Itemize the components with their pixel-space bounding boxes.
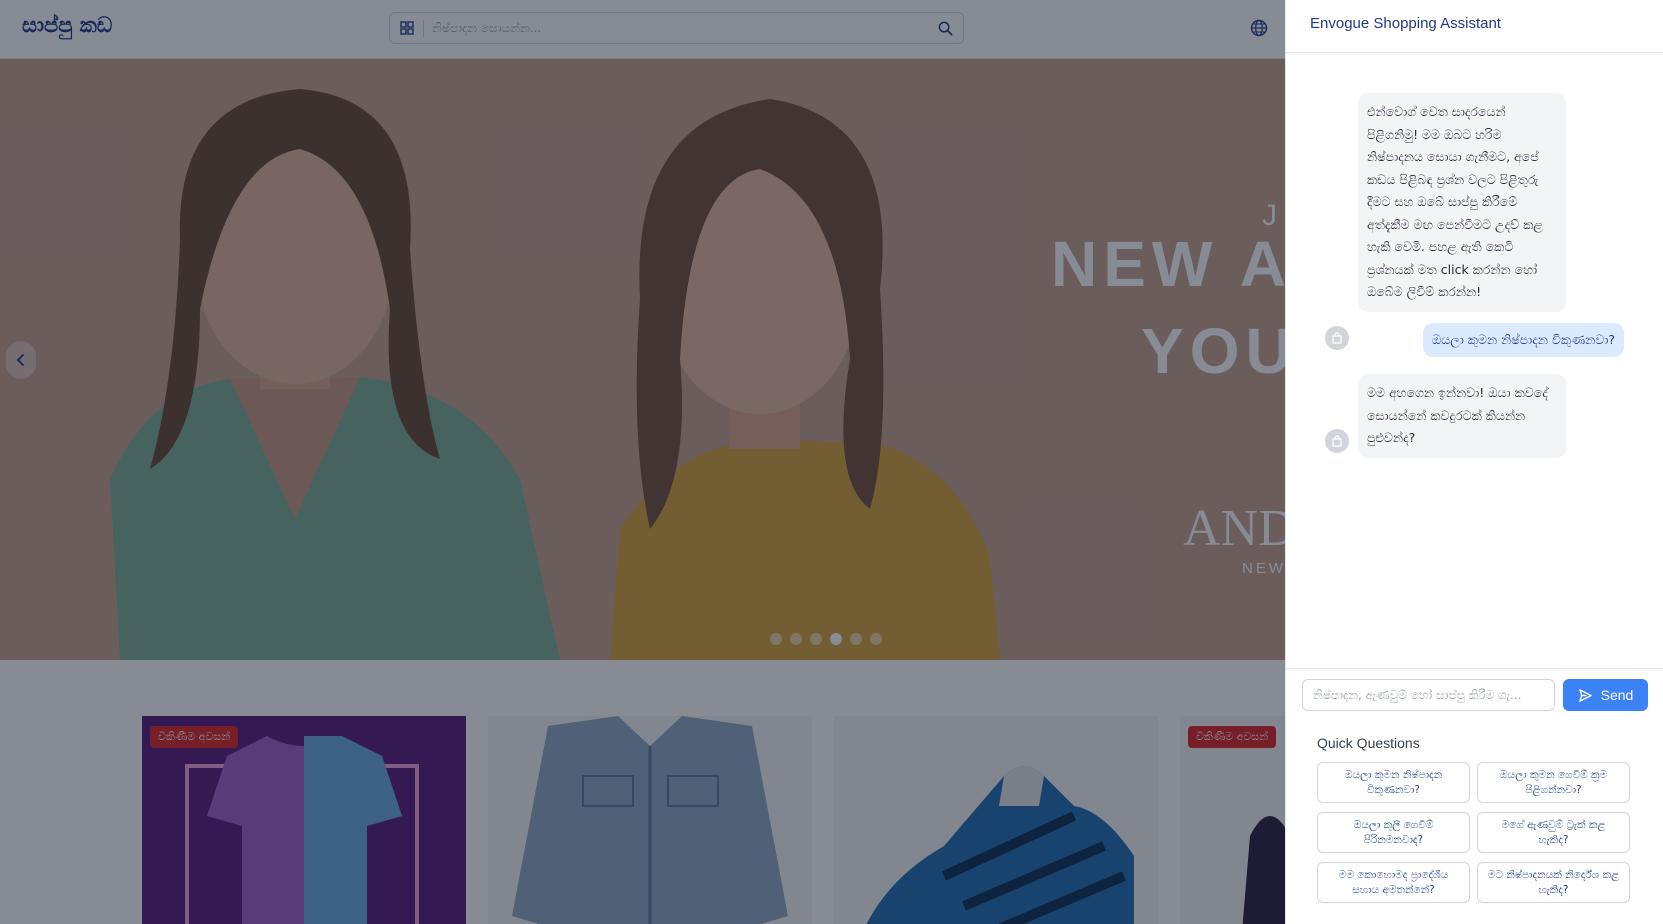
quick-question-button[interactable]: ඔයලා කුමන ගෙවීම් ක්‍රම පිළිගන්නවා? [1477, 762, 1630, 803]
shopping-assistant-panel: Envogue Shopping Assistant එන්වොග් වෙත ස… [1285, 0, 1663, 924]
shopping-bag-icon [1332, 435, 1342, 447]
chat-message-input[interactable] [1302, 679, 1555, 711]
send-button[interactable]: Send [1563, 679, 1648, 711]
bot-message-bubble: මම අහගෙන ඉන්නවා! ඔයා කවදේ සොයන්නේ කවදුරට… [1358, 374, 1566, 458]
chat-messages: එන්වොග් වෙත සාදරයෙන් පිළිගනිමු! මම ඔබට හ… [1286, 53, 1663, 668]
quick-question-button[interactable]: මගේ ඇණවුම් ට්‍රැක් කළ හැකිද? [1477, 812, 1630, 853]
bot-message: මම අහගෙන ඉන්නවා! ඔයා කවදේ සොයන්නේ කවදුරට… [1286, 374, 1663, 464]
bot-message-bubble: එන්වොග් වෙත සාදරයෙන් පිළිගනිමු! මම ඔබට හ… [1358, 93, 1566, 312]
user-message-bubble: ඔයලා කුමන නිෂ්පාදන විකුණනවා? [1422, 323, 1624, 357]
quick-question-button[interactable]: මම කොහොමද ප්‍රාදේශීය සහාය අමතන්නේ? [1317, 862, 1470, 903]
bot-message: එන්වොග් වෙත සාදරයෙන් පිළිගනිමු! මම ඔබට හ… [1286, 93, 1663, 350]
chat-composer: Send Quick Questions ඔයලා කුමන නිෂ්පාදන … [1286, 668, 1663, 924]
send-icon [1578, 688, 1592, 702]
quick-question-button[interactable]: ඔයලා කුලී ගෙවීම් පිරිනමනවාද? [1317, 812, 1470, 853]
shopping-bag-icon [1332, 332, 1342, 344]
chat-title: Envogue Shopping Assistant [1310, 15, 1501, 32]
assistant-avatar [1325, 429, 1349, 453]
quick-questions-title: Quick Questions [1317, 735, 1420, 751]
quick-questions-grid: ඔයලා කුමන නිෂ්පාදන විකුණනවා? ඔයලා කුමන ග… [1317, 762, 1630, 903]
send-label: Send [1600, 687, 1634, 703]
assistant-avatar [1325, 326, 1349, 350]
quick-question-button[interactable]: මට නිෂ්පාදනයක් නිර්දේශ කළ හැකිද? [1477, 862, 1630, 903]
quick-question-button[interactable]: ඔයලා කුමන නිෂ්පාදන විකුණනවා? [1317, 762, 1470, 803]
modal-backdrop[interactable] [0, 0, 1285, 924]
chat-header: Envogue Shopping Assistant [1286, 0, 1663, 53]
